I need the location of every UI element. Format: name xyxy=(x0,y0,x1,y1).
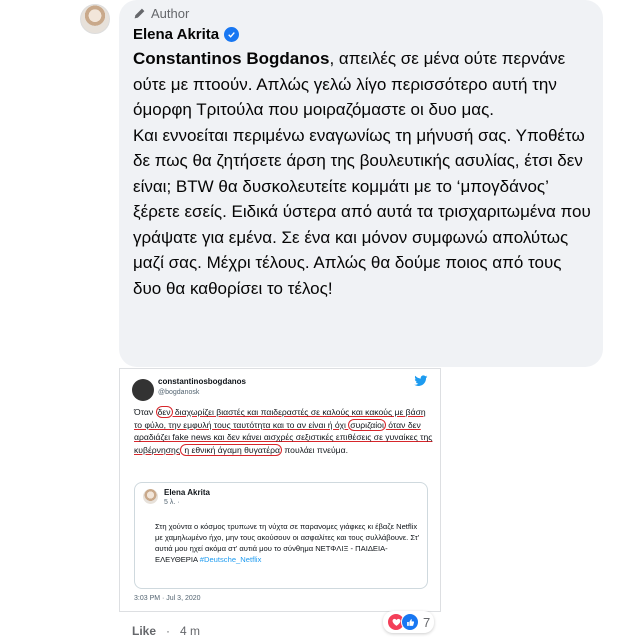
reactions-summary[interactable]: 7 xyxy=(383,611,435,633)
comment-timestamp[interactable]: 4 m xyxy=(180,624,200,638)
verified-icon xyxy=(224,27,240,42)
twitter-bird-icon xyxy=(414,375,428,386)
annotation-circle: η εθνική άγαμη θυγατέρα xyxy=(179,444,282,457)
like-icon xyxy=(401,613,419,631)
quoted-author-name: Elena Akrita xyxy=(164,488,210,497)
author-badge-label: Author xyxy=(151,6,190,21)
quoted-post-time: 5 λ. · xyxy=(164,499,180,506)
hashtag-link: #Deutsche_Netflix xyxy=(199,555,262,564)
tweet-text-part-6: πουλάει πνεύμα. xyxy=(281,445,348,456)
footer-separator: · xyxy=(166,624,171,638)
quoted-post-card: Elena Akrita 5 λ. · Στη χούντα ο κόσμος … xyxy=(134,482,428,589)
avatar[interactable] xyxy=(80,4,110,34)
tweet-timestamp: 3:03 PM · Jul 3, 2020 xyxy=(134,595,201,602)
pen-icon xyxy=(134,8,145,19)
tweet-display-name: constantinosbogdanos xyxy=(158,377,246,386)
tweet-text: Όταν δεν διαχωρίζει βιαστές και παιδερασ… xyxy=(134,406,434,457)
embedded-tweet-image[interactable]: constantinosbogdanos @bogdanosk Όταν δεν… xyxy=(119,368,441,612)
like-button[interactable]: Like xyxy=(132,624,156,638)
quoted-post-text: Στη χούντα ο κόσμος τρυπωνε τη νύχτα σε … xyxy=(155,522,420,564)
quoted-author-avatar xyxy=(143,489,158,504)
annotation-circle: συριζαίοι xyxy=(348,418,386,431)
tweet-text-part-0: Όταν xyxy=(134,407,156,417)
comment-author-name[interactable]: Elena Akrita xyxy=(133,26,219,43)
author-badge: Author xyxy=(133,6,189,21)
tweet-handle: @bogdanosk xyxy=(158,389,200,396)
reaction-count: 7 xyxy=(423,614,431,630)
comment-text: Constantinos Bogdanos, απειλές σε μένα ο… xyxy=(133,46,593,301)
comment-bubble: Author Elena Akrita Constantinos Bogdano… xyxy=(119,0,603,367)
comment-text-paragraph-2: Και εννοείται περιμένω εναγωνίως τη μήνυ… xyxy=(133,125,591,298)
mention-link[interactable]: Constantinos Bogdanos xyxy=(133,49,329,68)
annotation-circle: δεν xyxy=(155,406,173,418)
comment-footer: Like · 4 m xyxy=(132,624,200,638)
tweet-avatar xyxy=(132,379,154,401)
